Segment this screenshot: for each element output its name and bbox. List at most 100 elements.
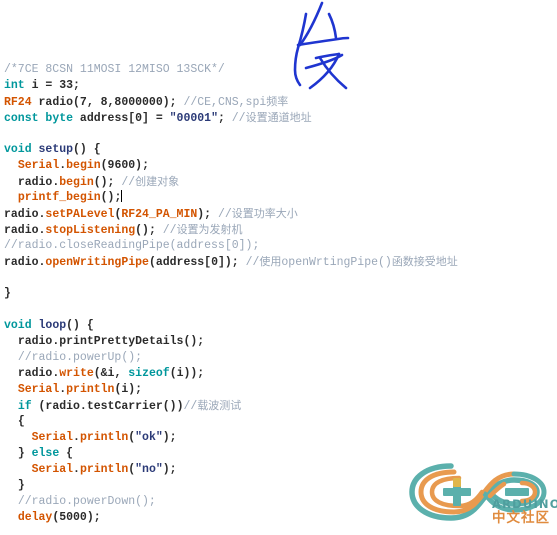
code-token-nm: ; [217, 112, 232, 125]
code-token-fn: write [59, 367, 94, 380]
code-token-cm: // [183, 400, 198, 413]
code-token-fn: printf_begin [17, 191, 101, 204]
code-line[interactable]: //radio.powerDown(); [0, 494, 557, 510]
code-token-kw: byte [45, 112, 74, 125]
code-line[interactable]: Serial.println(i); [0, 382, 557, 398]
code-line[interactable]: const byte address[0] = "00001"; //设置通道地… [0, 110, 557, 126]
code-token-fn: RF24_PA_MIN [121, 208, 198, 221]
code-token-fn: stopListening [45, 224, 136, 237]
code-token-fn: println [79, 431, 129, 444]
code-token-fn: println [79, 463, 129, 476]
code-line[interactable]: } [0, 478, 557, 494]
code-line[interactable]: radio.write(&i, sizeof(i)); [0, 366, 557, 382]
code-token-cmz: 设置通道地址 [245, 111, 312, 124]
code-token-fn: Serial [31, 463, 74, 476]
code-token-nm: () { [66, 319, 94, 332]
code-token-nm [32, 319, 39, 332]
code-token-kw: void [4, 319, 32, 332]
code-token-cm: /*7CE 8CSN 11MOSI 12MISO 13SCK*/ [4, 63, 225, 76]
code-line[interactable]: Serial.begin(9600); [0, 158, 557, 174]
code-token-cm: //radio.powerUp(); [17, 351, 143, 364]
code-token-kw: const [4, 112, 39, 125]
code-token-fn: openWritingPipe [45, 256, 149, 269]
code-editor-text[interactable]: /*7CE 8CSN 11MOSI 12MISO 13SCK*/ int i = … [0, 62, 557, 526]
code-line[interactable]: if (radio.testCarrier())//载波测试 [0, 398, 557, 414]
code-line[interactable]: } else { [0, 446, 557, 462]
code-token-cm: // [162, 224, 177, 237]
code-token-nm: radio. [4, 208, 46, 221]
code-token-nm: (5000); [52, 511, 101, 524]
code-line[interactable]: radio.setPALevel(RF24_PA_MIN); //设置功率大小 [0, 206, 557, 222]
code-token-nm: } [4, 287, 11, 300]
code-line[interactable]: { [0, 414, 557, 430]
code-line[interactable]: radio.printPrettyDetails(); [0, 334, 557, 350]
code-line[interactable]: } [0, 286, 557, 302]
code-token-nm: (); [93, 176, 122, 189]
code-token-nm: (); [183, 335, 205, 348]
code-token-nm: testCarrier [86, 400, 163, 413]
code-line[interactable]: radio.stopListening(); //设置为发射机 [0, 222, 557, 238]
code-token-kw: else [31, 447, 60, 460]
code-line[interactable] [0, 270, 557, 286]
code-token-nm: ); [162, 431, 177, 444]
code-token-cm: //radio.powerDown(); [17, 495, 156, 508]
code-token-nm: () { [73, 143, 101, 156]
code-token-fn: begin [59, 176, 94, 189]
code-line[interactable]: int i = 33; [0, 78, 557, 94]
code-token-cmz: 使用 [259, 255, 282, 268]
code-line[interactable]: //radio.closeReadingPipe(address[0]); [0, 238, 557, 254]
code-token-fn: setPALevel [45, 208, 115, 221]
code-token-cm: // [217, 208, 232, 221]
code-line[interactable]: radio.openWritingPipe(address[0]); //使用o… [0, 254, 557, 270]
text-cursor-caret [121, 190, 123, 202]
code-token-nm [32, 143, 39, 156]
code-line[interactable]: Serial.println("ok"); [0, 430, 557, 446]
code-token-fn: begin [66, 159, 101, 172]
code-token-nm: (); [100, 191, 122, 204]
code-token-cmz: 设置功率大小 [231, 207, 298, 220]
code-token-nm: radio(7, 8,8000000); [31, 96, 184, 109]
arduino-code-editor-screenshot: /*7CE 8CSN 11MOSI 12MISO 13SCK*/ int i = … [0, 0, 557, 535]
code-token-nm: (&i, [93, 367, 129, 380]
code-token-nm: (i); [114, 383, 143, 396]
code-token-kw: if [17, 400, 32, 413]
code-line[interactable]: delay(5000); [0, 510, 557, 526]
code-token-fn: RF24 [4, 96, 32, 109]
code-token-cmz: 设置为发射机 [176, 223, 243, 236]
code-token-fname: loop [38, 319, 67, 332]
code-line[interactable]: void setup() { [0, 142, 557, 158]
code-token-fn: println [66, 383, 115, 396]
code-line[interactable]: /*7CE 8CSN 11MOSI 12MISO 13SCK*/ [0, 62, 557, 78]
code-token-nm: . [73, 463, 80, 476]
code-line[interactable]: void loop() { [0, 318, 557, 334]
code-token-cmz: 创建对象 [135, 175, 180, 188]
code-line[interactable]: //radio.powerUp(); [0, 350, 557, 366]
code-token-nm: radio. [4, 256, 46, 269]
code-line[interactable]: Serial.println("no"); [0, 462, 557, 478]
code-token-nm: (address[0]); [148, 256, 246, 269]
code-line[interactable] [0, 126, 557, 142]
code-token-fn: Serial [17, 383, 60, 396]
code-token-nm: i = 33; [24, 79, 80, 92]
code-token-nm: { [59, 447, 74, 460]
code-line[interactable] [0, 302, 557, 318]
code-token-nm: . [73, 431, 80, 444]
code-token-nm: radio. [4, 224, 46, 237]
code-token-nm: { [17, 415, 25, 428]
code-line[interactable]: radio.begin(); //创建对象 [0, 174, 557, 190]
code-token-nm: (9600); [100, 159, 149, 172]
code-token-nm: radio. [17, 176, 60, 189]
code-line[interactable]: printf_begin(); [0, 190, 557, 206]
code-line[interactable]: RF24 radio(7, 8,8000000); //CE,CNS,spi频率 [0, 94, 557, 110]
code-token-nm: address[0] = [73, 112, 170, 125]
code-token-fname: setup [38, 143, 74, 156]
